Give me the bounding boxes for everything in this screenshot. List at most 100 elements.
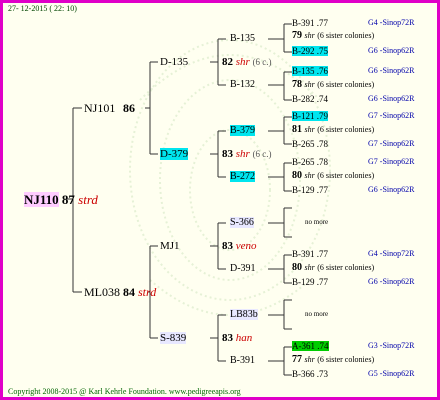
gen4-val: .74 [316, 94, 328, 104]
gen4-val: .77 [316, 277, 328, 287]
gen4-node[interactable]: B-292 .75 [292, 46, 328, 56]
gen3-node[interactable]: B-135 [230, 34, 255, 44]
no-more-label: no more [305, 310, 329, 318]
gen3-node[interactable]: B-379 [230, 125, 255, 136]
gen4-node[interactable]: B-135 .76 [292, 66, 328, 76]
sister-num: 77 [292, 354, 302, 365]
gen4-id: B-391 [292, 18, 315, 28]
parent-node[interactable]: NJ101 [84, 102, 115, 114]
subject-id: NJ110 [24, 192, 59, 207]
gen4-pedigree: G4 -Sinop72R [368, 249, 415, 258]
gen4-id: B-265 [292, 157, 315, 167]
sister-extra: (6 sister colonies) [317, 31, 375, 40]
grandparent-strain: veno [235, 240, 257, 252]
gen4-val: .77 [316, 18, 328, 28]
sister-strain: shr [304, 171, 315, 180]
gen4-node[interactable]: B-265 .78 [292, 158, 328, 167]
subject-strain: strd [78, 192, 98, 207]
grandparent-num: 83 [222, 240, 233, 252]
gen4-pedigree: G4 -Sinop72R [368, 18, 415, 27]
gen4-val: .74 [317, 341, 329, 351]
gen4-node[interactable]: B-391 .77 [292, 19, 328, 28]
gen4-id: B-265 [292, 139, 315, 149]
sister-strain: shr [304, 80, 315, 89]
grandparent-node[interactable]: D-135 [160, 57, 188, 68]
gen4-node[interactable]: B-265 .78 [292, 140, 328, 149]
gen4-id: B-135 [292, 66, 315, 76]
grandparent-id: MJ1 [160, 240, 180, 252]
gen4-val: .77 [316, 249, 328, 259]
grandparent-id: S-839 [160, 332, 187, 344]
gen4-node[interactable]: B-366 .73 [292, 370, 328, 379]
sister-strain: shr [304, 355, 315, 364]
gen3-node[interactable]: B-391 [230, 356, 255, 366]
gen4-pedigree: G6 -Sinop62R [368, 94, 415, 103]
grandparent-num-node: 83 han [222, 333, 252, 344]
gen4-node[interactable]: B-129 .77 [292, 186, 328, 195]
sister-extra: (6 sister colonies) [317, 125, 375, 134]
gen4-id: B-366 [292, 369, 315, 379]
parent-num-node: 86 [123, 102, 135, 114]
gen3-node[interactable]: B-132 [230, 80, 255, 90]
gen3-id: B-272 [230, 171, 255, 182]
grandparent-id: D-379 [160, 148, 189, 160]
parent-node[interactable]: ML038 [84, 286, 120, 298]
copyright-footer: Copyright 2008-2015 @ Karl Kehrle Founda… [8, 387, 241, 396]
sister-extra: (6 sister colonies) [317, 171, 375, 180]
gen4-val: .73 [316, 369, 328, 379]
sister-num: 80 [292, 262, 302, 273]
no-more-label: no more [305, 218, 329, 226]
gen4-val: .77 [316, 185, 328, 195]
gen4-pedigree: G7 -Sinop62R [368, 111, 415, 120]
grandparent-num-node: 83 veno [222, 241, 257, 252]
gen3-node[interactable]: B-272 [230, 171, 255, 182]
grandparent-num-node: 82 shr (6 c.) [222, 57, 272, 68]
gen4-val: .79 [316, 111, 328, 121]
gen4-id: B-391 [292, 249, 315, 259]
parent-strain: strd [138, 285, 157, 299]
gen3-id: S-366 [230, 217, 254, 228]
grandparent-node[interactable]: D-379 [160, 148, 189, 160]
sister-colony-line: 81 shr (6 sister colonies) [292, 125, 374, 135]
gen4-val: .78 [316, 139, 328, 149]
gen4-node[interactable]: B-391 .77 [292, 250, 328, 259]
gen3-node[interactable]: LB83b [230, 309, 258, 320]
gen4-node[interactable]: A-361 .74 [292, 341, 329, 351]
gen4-pedigree: G7 -Sinop62R [368, 157, 415, 166]
gen4-pedigree: G6 -Sinop62R [368, 277, 415, 286]
gen4-node[interactable]: B-129 .77 [292, 278, 328, 287]
grandparent-strain: shr [235, 148, 250, 160]
grandparent-node[interactable]: S-839 [160, 332, 187, 344]
sister-colony-line: 80 shr (6 sister colonies) [292, 263, 374, 273]
grandparent-node[interactable]: MJ1 [160, 241, 180, 252]
gen4-pedigree: G6 -Sinop62R [368, 66, 415, 75]
gen4-pedigree: G6 -Sinop62R [368, 185, 415, 194]
gen4-id: B-292 [292, 46, 315, 56]
gen4-node[interactable]: B-282 .74 [292, 95, 328, 104]
grandparent-num: 83 [222, 332, 233, 344]
gen3-node[interactable]: D-391 [230, 264, 256, 274]
subject-node[interactable]: NJ110 87 strd [24, 192, 98, 207]
gen4-pedigree: G5 -Sinop62R [368, 369, 415, 378]
grandparent-strain: shr [235, 56, 250, 68]
gen3-node[interactable]: S-366 [230, 217, 254, 228]
sister-extra: (6 sister colonies) [317, 263, 375, 272]
sister-colony-line: 79 shr (6 sister colonies) [292, 31, 374, 41]
parent-num: 86 [123, 101, 135, 115]
sister-colony-line: 80 shr (6 sister colonies) [292, 171, 374, 181]
gen4-pedigree: G3 -Sinop72R [368, 341, 415, 350]
gen4-id: A-361 [292, 341, 315, 351]
grandparent-num: 82 [222, 56, 233, 68]
parent-num-node: 84 strd [123, 286, 156, 298]
gen4-pedigree: G6 -Sinop62R [368, 46, 415, 55]
gen4-pedigree: G7 -Sinop62R [368, 139, 415, 148]
subject-num: 87 [61, 192, 75, 207]
gen4-id: B-129 [292, 277, 315, 287]
grandparent-num-node: 83 shr (6 c.) [222, 149, 272, 160]
grandparent-strain: han [235, 332, 253, 344]
parent-id: NJ101 [84, 101, 116, 115]
sister-colony-line: 78 shr (6 sister colonies) [292, 80, 374, 90]
sister-strain: shr [304, 125, 315, 134]
sister-num: 81 [292, 124, 302, 135]
gen4-node[interactable]: B-121 .79 [292, 111, 328, 121]
